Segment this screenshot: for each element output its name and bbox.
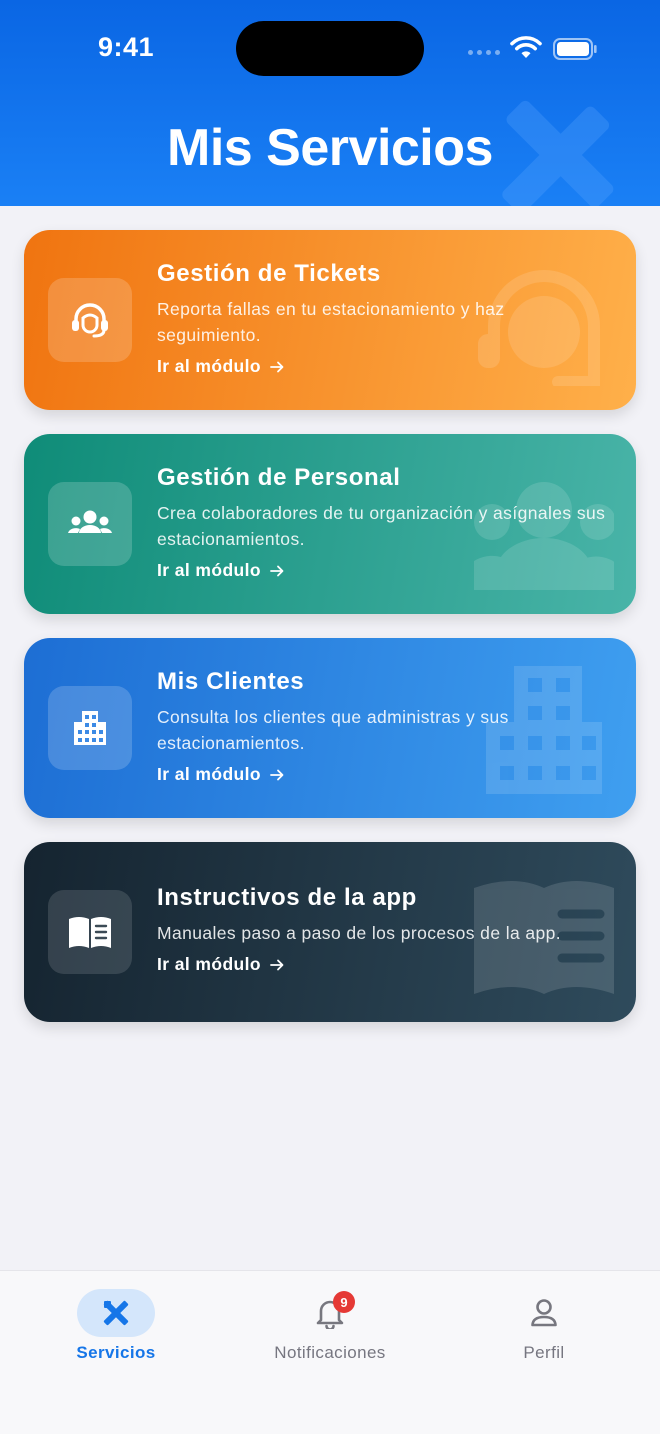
card-clientes[interactable]: Mis Clientes Consulta los clientes que a…	[24, 638, 636, 818]
status-bar: 9:41	[0, 0, 660, 100]
go-to-module-label: Ir al módulo	[157, 560, 261, 580]
card-text: Gestión de Tickets Reporta fallas en tu …	[157, 260, 612, 377]
icon-box	[48, 482, 132, 566]
group-icon	[68, 510, 112, 533]
card-instructivos[interactable]: Instructivos de la app Manuales paso a p…	[24, 842, 636, 1022]
card-text: Mis Clientes Consulta los clientes que a…	[157, 668, 612, 785]
battery-icon	[553, 38, 597, 60]
dynamic-island	[236, 21, 424, 76]
go-to-module-label: Ir al módulo	[157, 764, 261, 784]
icon-wrap	[524, 1295, 564, 1331]
book-icon	[69, 917, 111, 948]
icon-box	[48, 278, 132, 362]
arrow-right-icon	[270, 769, 284, 780]
notification-badge: 9	[333, 1291, 355, 1313]
card-description: Reporta fallas en tu estacionamiento y h…	[157, 299, 505, 345]
nav-item-notificaciones[interactable]: 9 Notificaciones	[220, 1271, 440, 1381]
wifi-icon	[510, 36, 542, 58]
go-to-module-link[interactable]: Ir al módulo	[157, 560, 612, 581]
card-description: Consulta los clientes que administras y …	[157, 707, 509, 753]
nav-item-perfil[interactable]: Perfil	[434, 1271, 654, 1381]
nav-label: Notificaciones	[274, 1343, 386, 1362]
go-to-module-link[interactable]: Ir al módulo	[157, 356, 612, 377]
card-text: Gestión de Personal Crea colaboradores d…	[157, 464, 612, 581]
arrow-right-icon	[270, 565, 284, 576]
screen: 9:41 Mis Servicios Gestión de Tickets Re…	[0, 0, 660, 1434]
card-description: Manuales paso a paso de los procesos de …	[157, 923, 562, 943]
nav-item-servicios[interactable]: Servicios	[6, 1271, 226, 1381]
arrow-right-icon	[270, 361, 284, 372]
signal-icon	[468, 50, 500, 55]
bottom-nav: Servicios 9 Notificaciones Perfil	[0, 1270, 660, 1434]
icon-box	[48, 686, 132, 770]
card-tickets[interactable]: Gestión de Tickets Reporta fallas en tu …	[24, 230, 636, 410]
nav-active-indicator	[77, 1289, 155, 1337]
header: 9:41 Mis Servicios	[0, 0, 660, 206]
card-title: Mis Clientes	[157, 668, 305, 695]
go-to-module-label: Ir al módulo	[157, 954, 261, 974]
card-title: Gestión de Personal	[157, 464, 401, 491]
tools-icon	[103, 1300, 129, 1326]
card-description: Crea colaboradores de tu organización y …	[157, 503, 606, 549]
card-title: Instructivos de la app	[157, 884, 417, 911]
go-to-module-link[interactable]: Ir al módulo	[157, 954, 612, 975]
icon-box	[48, 890, 132, 974]
person-icon	[531, 1299, 557, 1327]
nav-label: Perfil	[523, 1343, 565, 1362]
card-title: Gestión de Tickets	[157, 260, 381, 287]
arrow-right-icon	[270, 959, 284, 970]
go-to-module-link[interactable]: Ir al módulo	[157, 764, 612, 785]
building-icon	[74, 711, 106, 745]
card-personal[interactable]: Gestión de Personal Crea colaboradores d…	[24, 434, 636, 614]
go-to-module-label: Ir al módulo	[157, 356, 261, 376]
nav-label: Servicios	[76, 1343, 156, 1362]
card-text: Instructivos de la app Manuales paso a p…	[157, 884, 612, 975]
status-time: 9:41	[98, 32, 155, 62]
headset-icon	[72, 303, 108, 338]
page-title: Mis Servicios	[167, 119, 493, 177]
